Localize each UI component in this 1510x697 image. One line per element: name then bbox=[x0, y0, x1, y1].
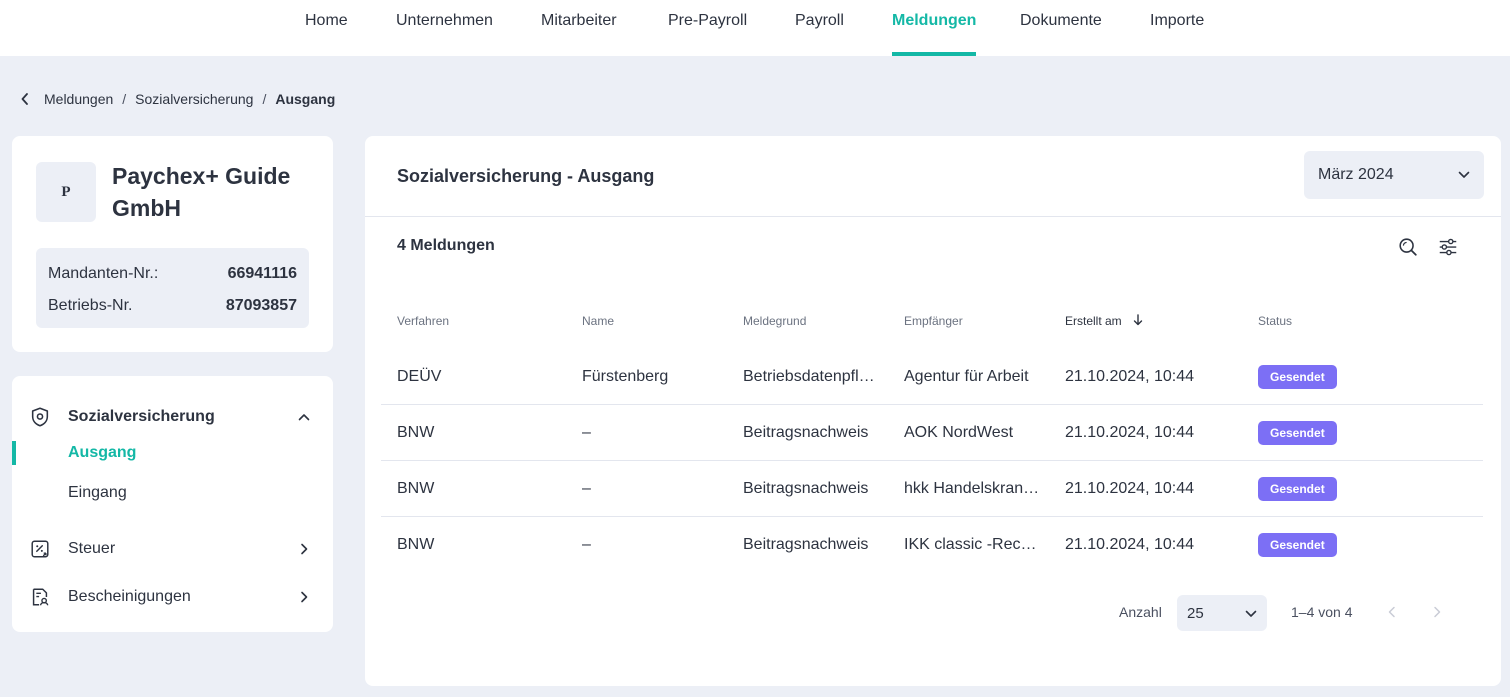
cell-meldegrund: Betriebsdatenpfl… bbox=[743, 368, 875, 385]
column-header-label: Erstellt am bbox=[1065, 314, 1122, 328]
chevron-left-icon[interactable] bbox=[18, 89, 32, 109]
sidebar-subitem-eingang[interactable]: Eingang bbox=[12, 479, 333, 507]
betriebs-nr-row: Betriebs-Nr. 87093857 bbox=[48, 290, 297, 322]
column-header-erstellt-am[interactable]: Erstellt am bbox=[1065, 313, 1143, 330]
nav-item-payroll[interactable]: Payroll bbox=[795, 0, 844, 56]
page-size-value: 25 bbox=[1187, 604, 1204, 622]
breadcrumb-link-meldungen[interactable]: Meldungen bbox=[44, 91, 113, 107]
column-header-verfahren[interactable]: Verfahren bbox=[397, 313, 449, 329]
cell-name: – bbox=[582, 424, 591, 441]
sidebar-item-sozialversicherung[interactable]: Sozialversicherung bbox=[12, 399, 333, 435]
sidebar-navigation: Sozialversicherung Ausgang Eingang Steue… bbox=[12, 376, 333, 632]
cell-erstellt-am: 21.10.2024, 10:44 bbox=[1065, 424, 1195, 441]
cell-verfahren: DEÜV bbox=[397, 368, 442, 385]
betriebs-nr-value: 87093857 bbox=[225, 297, 297, 314]
nav-item-meldungen[interactable]: Meldungen bbox=[892, 0, 977, 56]
chevron-up-icon bbox=[296, 409, 312, 425]
nav-item-home[interactable]: Home bbox=[305, 0, 348, 56]
chevron-right-icon bbox=[296, 589, 312, 605]
page-size-select[interactable]: 25 bbox=[1177, 595, 1267, 631]
betriebs-nr-label: Betriebs-Nr. bbox=[48, 297, 133, 314]
breadcrumb-separator: / bbox=[262, 91, 267, 107]
page-size-label: Anzahl bbox=[1119, 604, 1162, 620]
status-badge: Gesendet bbox=[1258, 477, 1337, 501]
cell-empfaenger: AOK NordWest bbox=[904, 424, 1014, 441]
search-icon[interactable] bbox=[1394, 233, 1422, 261]
table-row[interactable]: DEÜV Fürstenberg Betriebsdatenpfl… Agent… bbox=[381, 349, 1483, 405]
cell-meldegrund: Beitragsnachweis bbox=[743, 424, 869, 441]
tax-icon bbox=[28, 537, 52, 561]
nav-item-importe[interactable]: Importe bbox=[1150, 0, 1204, 56]
sidebar-item-label: Sozialversicherung bbox=[68, 408, 215, 425]
filter-sliders-icon[interactable] bbox=[1434, 233, 1462, 261]
arrow-down-icon bbox=[1133, 314, 1143, 330]
sidebar-subitem-label: Ausgang bbox=[68, 444, 137, 461]
mandanten-nr-value: 66941116 bbox=[227, 265, 297, 282]
company-name: Paychex+ Guide GmbH bbox=[112, 163, 291, 221]
table-row[interactable]: BNW – Beitragsnachweis hkk Handelskran… … bbox=[381, 461, 1483, 517]
status-badge: Gesendet bbox=[1258, 365, 1337, 389]
mandanten-nr-label: Mandanten-Nr.: bbox=[48, 265, 159, 282]
previous-page-button[interactable] bbox=[1383, 603, 1401, 621]
company-card: P Paychex+ Guide GmbH Mandanten-Nr.: 669… bbox=[12, 136, 333, 352]
chevron-right-icon bbox=[1434, 606, 1441, 618]
cell-empfaenger: hkk Handelskran… bbox=[904, 480, 1040, 497]
sidebar-item-label: Bescheinigungen bbox=[68, 588, 191, 605]
nav-item-dokumente[interactable]: Dokumente bbox=[1020, 0, 1102, 56]
table-row[interactable]: BNW – Beitragsnachweis IKK classic -Rec…… bbox=[381, 517, 1483, 573]
cell-verfahren: BNW bbox=[397, 536, 435, 553]
company-logo: P bbox=[36, 162, 96, 222]
chevron-right-icon bbox=[296, 541, 312, 557]
cell-erstellt-am: 21.10.2024, 10:44 bbox=[1065, 368, 1195, 385]
cell-name: – bbox=[582, 536, 591, 553]
certificate-icon bbox=[28, 585, 52, 609]
cell-verfahren: BNW bbox=[397, 424, 435, 441]
cell-empfaenger: Agentur für Arbeit bbox=[904, 368, 1029, 385]
cell-name: Fürstenberg bbox=[582, 368, 669, 385]
cell-verfahren: BNW bbox=[397, 480, 435, 497]
cell-meldegrund: Beitragsnachweis bbox=[743, 480, 869, 497]
cell-erstellt-am: 21.10.2024, 10:44 bbox=[1065, 536, 1195, 553]
column-header-name[interactable]: Name bbox=[582, 313, 614, 329]
company-ids-box: Mandanten-Nr.: 66941116 Betriebs-Nr. 870… bbox=[36, 248, 309, 328]
breadcrumb-link-sozialversicherung[interactable]: Sozialversicherung bbox=[135, 91, 253, 107]
month-select[interactable]: März 2024 bbox=[1304, 151, 1484, 199]
nav-item-unternehmen[interactable]: Unternehmen bbox=[396, 0, 493, 56]
cell-name: – bbox=[582, 480, 591, 497]
top-navigation: Home Unternehmen Mitarbeiter Pre-Payroll… bbox=[0, 0, 1510, 56]
cell-erstellt-am: 21.10.2024, 10:44 bbox=[1065, 480, 1195, 497]
shield-icon bbox=[28, 405, 52, 429]
sidebar-item-label: Steuer bbox=[68, 540, 116, 557]
result-count: 4 Meldungen bbox=[397, 237, 495, 254]
month-select-value: März 2024 bbox=[1318, 166, 1394, 183]
table-row[interactable]: BNW – Beitragsnachweis AOK NordWest 21.1… bbox=[381, 405, 1483, 461]
cell-empfaenger: IKK classic -Rec… bbox=[904, 536, 1037, 553]
chevron-down-icon bbox=[1458, 166, 1470, 184]
chevron-left-icon bbox=[1388, 606, 1395, 618]
breadcrumb: Meldungen / Sozialversicherung / Ausgang bbox=[18, 89, 335, 109]
sidebar-subitem-label: Eingang bbox=[68, 484, 127, 501]
nav-item-mitarbeiter[interactable]: Mitarbeiter bbox=[541, 0, 617, 56]
sidebar-subitem-ausgang[interactable]: Ausgang bbox=[12, 439, 333, 467]
page-title: Sozialversicherung - Ausgang bbox=[397, 166, 655, 186]
status-badge: Gesendet bbox=[1258, 421, 1337, 445]
header-divider bbox=[365, 216, 1501, 217]
mandanten-nr-row: Mandanten-Nr.: 66941116 bbox=[48, 258, 297, 290]
column-header-status[interactable]: Status bbox=[1258, 313, 1292, 329]
sidebar-item-steuer[interactable]: Steuer bbox=[12, 531, 333, 567]
breadcrumb-separator: / bbox=[122, 91, 127, 107]
status-badge: Gesendet bbox=[1258, 533, 1337, 557]
chevron-down-icon bbox=[1245, 605, 1257, 622]
page-range: 1–4 von 4 bbox=[1291, 604, 1353, 620]
next-page-button[interactable] bbox=[1428, 603, 1446, 621]
nav-item-pre-payroll[interactable]: Pre-Payroll bbox=[668, 0, 747, 56]
main-panel: Sozialversicherung - Ausgang März 2024 4… bbox=[365, 136, 1501, 686]
sidebar-item-bescheinigungen[interactable]: Bescheinigungen bbox=[12, 579, 333, 615]
cell-meldegrund: Beitragsnachweis bbox=[743, 536, 869, 553]
column-header-meldegrund[interactable]: Meldegrund bbox=[743, 313, 806, 329]
column-header-empfaenger[interactable]: Empfänger bbox=[904, 313, 963, 329]
breadcrumb-current: Ausgang bbox=[275, 91, 336, 107]
